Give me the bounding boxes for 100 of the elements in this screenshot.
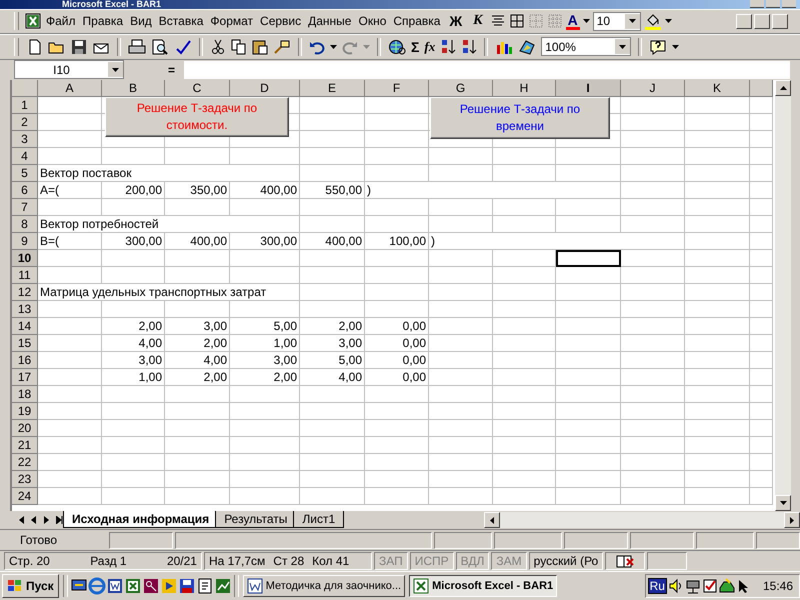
scroll-left-button[interactable] — [484, 512, 500, 528]
row-header[interactable]: 1 — [12, 96, 38, 114]
close-button[interactable] — [782, 0, 796, 8]
column-header[interactable]: G — [429, 80, 493, 97]
column-header[interactable]: B — [102, 80, 165, 97]
fill-bucket-icon[interactable] — [644, 12, 662, 30]
paintbrush-icon[interactable] — [273, 38, 291, 55]
function-button[interactable]: fx — [424, 38, 436, 55]
column-header[interactable]: F — [365, 80, 429, 97]
row-header[interactable]: 15 — [12, 334, 38, 352]
row-header[interactable]: 20 — [12, 420, 38, 437]
column-header[interactable]: I — [556, 80, 621, 97]
menu-item[interactable]: Окно — [356, 14, 388, 28]
menu-item[interactable]: Формат — [208, 14, 256, 28]
caret-icon[interactable] — [672, 44, 680, 49]
row-header[interactable]: 9 — [12, 232, 38, 250]
map-icon[interactable] — [518, 38, 536, 55]
menu-item[interactable]: Вставка — [156, 14, 206, 28]
start-button[interactable]: Пуск — [2, 574, 59, 598]
column-header[interactable]: D — [230, 80, 300, 97]
row-header[interactable]: 19 — [12, 402, 38, 420]
row-header[interactable]: 5 — [12, 164, 38, 182]
speaker-icon[interactable] — [668, 578, 684, 594]
notepad-icon[interactable] — [196, 577, 214, 596]
caret-icon[interactable] — [619, 44, 626, 49]
restore-button[interactable] — [754, 14, 770, 29]
column-header[interactable]: K — [685, 80, 750, 97]
caret-icon[interactable] — [628, 19, 636, 24]
caret-icon[interactable] — [664, 19, 672, 24]
formula-field[interactable] — [184, 60, 790, 79]
row-header[interactable]: 18 — [12, 386, 38, 403]
select-all-button[interactable] — [12, 80, 38, 97]
menu-item[interactable]: Вид — [128, 14, 154, 28]
print-preview-icon[interactable] — [151, 38, 169, 55]
menu-item[interactable]: Правка — [80, 14, 126, 28]
row-header[interactable]: 3 — [12, 130, 38, 148]
row-header[interactable]: 4 — [12, 148, 38, 165]
row-header[interactable]: 22 — [12, 454, 38, 471]
menu-item[interactable]: Данные — [306, 14, 354, 28]
maximize-button[interactable] — [766, 0, 780, 8]
copy-icon[interactable] — [231, 38, 247, 55]
row-header[interactable]: 21 — [12, 436, 38, 454]
scroll-right-button[interactable] — [784, 512, 800, 528]
caret-icon[interactable] — [112, 68, 119, 72]
macro-button[interactable]: Решение Т-задачи по времени — [430, 96, 610, 139]
globe-icon[interactable] — [388, 38, 406, 55]
column-header[interactable]: E — [300, 80, 365, 97]
chart-sheet-icon[interactable] — [214, 577, 232, 596]
sum-button[interactable]: Σ — [411, 38, 420, 55]
sheet-tab[interactable]: Лист1 — [293, 511, 344, 528]
font-color-button[interactable]: А — [566, 12, 580, 30]
column-header[interactable]: H — [493, 80, 556, 97]
printer-icon[interactable] — [128, 38, 146, 55]
taskbar-button[interactable]: Методичка для заочнико... — [242, 575, 406, 598]
row-header[interactable]: 23 — [12, 470, 38, 488]
caret-up-icon[interactable] — [780, 86, 786, 90]
scissors-icon[interactable] — [210, 38, 226, 55]
help-icon[interactable] — [649, 38, 668, 55]
document-w-icon[interactable] — [106, 577, 124, 596]
row-header[interactable]: 2 — [12, 114, 38, 131]
caret-icon[interactable] — [582, 19, 590, 24]
bold-button[interactable]: Ж — [445, 13, 466, 30]
spelling-icon[interactable] — [174, 38, 192, 55]
clock[interactable]: 15:46 — [762, 579, 793, 594]
row-header[interactable]: 14 — [12, 318, 38, 335]
row-header[interactable]: 11 — [12, 266, 38, 284]
caret-down-icon[interactable] — [780, 501, 786, 506]
menu-item[interactable]: Файл — [44, 14, 78, 28]
borders-icon[interactable] — [508, 13, 525, 30]
active-cell[interactable] — [556, 250, 621, 267]
row-header[interactable]: 7 — [12, 198, 38, 216]
sort-descending-icon[interactable] — [461, 38, 478, 55]
italic-button[interactable]: К — [469, 13, 487, 30]
row-header[interactable]: 17 — [12, 368, 38, 386]
row-header[interactable]: 12 — [12, 284, 38, 301]
taskbar-button[interactable]: Microsoft Excel - BAR1 — [409, 575, 558, 598]
row-header[interactable]: 24 — [12, 488, 38, 505]
menu-item[interactable]: Справка — [391, 14, 442, 28]
spreadsheet-icon[interactable] — [25, 13, 41, 30]
checklist-icon[interactable] — [702, 578, 718, 594]
minimize-button[interactable] — [750, 0, 764, 8]
clipboard-icon[interactable] — [252, 38, 268, 55]
row-header[interactable]: 13 — [12, 300, 38, 318]
sort-ascending-icon[interactable] — [440, 38, 456, 55]
spreadsheet-icon[interactable] — [124, 577, 142, 596]
column-header[interactable]: J — [621, 80, 685, 97]
caret-right-icon[interactable] — [790, 516, 794, 524]
caret-left-icon[interactable] — [490, 516, 494, 524]
column-header[interactable]: C — [165, 80, 230, 97]
column-header[interactable]: A — [38, 80, 102, 97]
row-header[interactable]: 8 — [12, 216, 38, 233]
row-header[interactable]: 6 — [12, 182, 38, 199]
scroll-down-button[interactable] — [775, 495, 791, 512]
network-icon[interactable] — [684, 578, 701, 594]
menu-item[interactable]: Сервис — [258, 14, 304, 28]
new-document-icon[interactable] — [27, 38, 43, 55]
play-icon[interactable] — [160, 577, 178, 596]
scroll-up-button[interactable] — [775, 80, 791, 96]
language-indicator[interactable]: Ru — [648, 578, 667, 594]
row-header[interactable]: 16 — [12, 352, 38, 369]
